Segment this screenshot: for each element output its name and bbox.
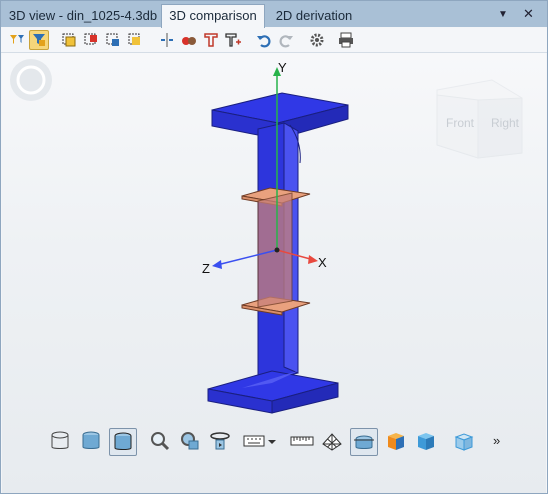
split-icon[interactable] [158,31,176,49]
cube-view-icon[interactable] [413,428,439,454]
toolbar [1,28,547,53]
keyboard-icon[interactable] [241,428,267,454]
tab-3d-comparison[interactable]: 3D comparison [161,4,265,28]
z-axis-label: Z [202,261,210,276]
view-shaded-icon[interactable] [78,428,104,454]
x-axis-label: X [318,255,327,270]
profile-add-icon[interactable] [224,31,242,49]
select-blue-icon[interactable] [104,31,122,49]
transparent-cube-icon[interactable] [451,428,477,454]
close-icon[interactable]: ✕ [523,6,534,22]
zoom-fit-icon[interactable] [177,428,203,454]
compare-icon[interactable] [180,31,198,49]
more-tools-button[interactable]: » [493,433,500,448]
mesh-icon[interactable] [319,428,345,454]
rotate-view-icon[interactable] [207,428,233,454]
view-shaded-edges-icon[interactable] [109,428,137,456]
profile-t-icon[interactable] [202,31,220,49]
select-yellow-icon[interactable] [126,31,144,49]
color-cube-icon[interactable] [383,428,409,454]
print-icon[interactable] [337,31,355,49]
filter-tree-icon[interactable] [8,31,26,49]
tab-list-dropdown-icon[interactable]: ▼ [498,9,508,20]
undo-icon[interactable] [255,31,273,49]
tab-3d-view[interactable]: 3D view - din_1025-4.3db [7,5,159,27]
y-axis-label: Y [278,60,287,75]
app-window: 3D view - din_1025-4.3db 3D comparison 2… [0,0,548,494]
select-all-icon[interactable] [60,31,78,49]
chevron-down-icon[interactable] [265,428,279,454]
view-wireframe-icon[interactable] [47,428,73,454]
settings-icon[interactable] [308,31,326,49]
zoom-icon[interactable] [147,428,173,454]
tab-bar: 3D view - din_1025-4.3db 3D comparison 2… [1,1,547,28]
section-view-icon[interactable] [350,428,378,456]
select-red-icon[interactable] [82,31,100,49]
filter-active-icon[interactable] [29,30,49,50]
navcube-right-label[interactable]: Right [491,116,519,130]
rotate-indicator-icon[interactable] [10,59,52,101]
redo-icon[interactable] [277,31,295,49]
measure-icon[interactable] [289,428,315,454]
tab-2d-derivation[interactable]: 2D derivation [267,5,361,27]
navcube-front-label[interactable]: Front [446,116,474,130]
3d-viewport[interactable]: Y X Z Front Right » [2,53,546,493]
